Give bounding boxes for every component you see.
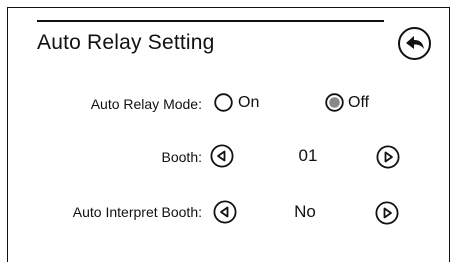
auto-interpret-booth-value: No [294,202,316,221]
booth-prev-button[interactable] [210,144,234,168]
auto-interpret-prev-button[interactable] [213,200,237,224]
left-arrow-icon [210,144,234,168]
back-button[interactable] [397,26,432,61]
auto-relay-off-radio[interactable] [325,93,344,112]
page-title: Auto Relay Setting [37,31,215,54]
right-arrow-icon [375,201,399,225]
auto-relay-on-radio[interactable] [214,93,233,112]
booth-value: 01 [298,146,318,165]
title-rule [37,20,384,22]
auto-interpret-next-button[interactable] [375,201,399,225]
right-arrow-icon [376,145,400,169]
booth-label: Booth: [161,149,202,165]
back-arrow-icon [398,27,431,60]
auto-relay-mode-label: Auto Relay Mode: [90,96,202,112]
auto-relay-on-label[interactable]: On [238,93,259,112]
radio-unselected-icon [214,93,233,112]
booth-next-button[interactable] [376,145,400,169]
auto-relay-off-label[interactable]: Off [348,93,369,112]
auto-interpret-booth-label: Auto Interpret Booth: [72,204,202,220]
radio-selected-icon [325,93,344,112]
left-arrow-icon [213,200,237,224]
